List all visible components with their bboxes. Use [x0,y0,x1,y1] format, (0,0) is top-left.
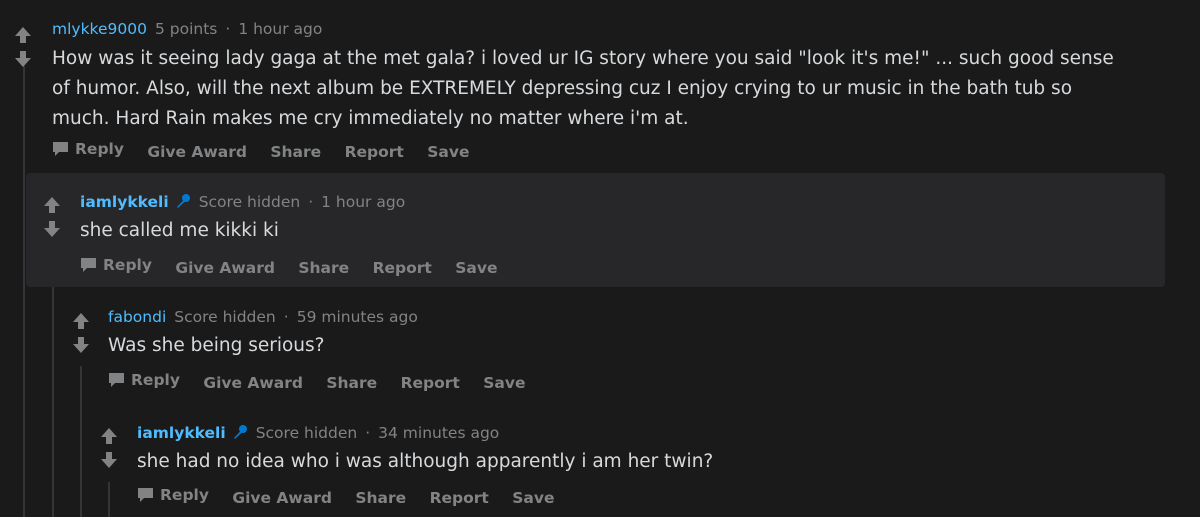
give-award-button[interactable]: Give Award [175,259,275,277]
timestamp-link[interactable]: 1 hour ago [321,193,405,211]
score-text: Score hidden [198,193,301,211]
microphone-icon [176,194,190,208]
save-button[interactable]: Save [455,259,497,277]
reply-label: Reply [103,256,152,274]
username-link[interactable]: iamlykkeli [80,193,169,211]
comment-actions: Reply Give Award Share Report Save [52,140,487,161]
vote-controls [71,311,95,359]
reply-icon [109,373,124,387]
timestamp-link[interactable]: 34 minutes ago [378,424,499,442]
reply-button[interactable]: Reply [80,256,152,274]
thread-line[interactable] [23,66,25,517]
report-button[interactable]: Report [345,143,404,161]
give-award-button[interactable]: Give Award [147,143,247,161]
comment-actions: Reply Give Award Share Report Save [80,256,515,277]
downvote-icon[interactable] [13,49,33,69]
username-link[interactable]: iamlykkeli [137,424,226,442]
upvote-icon[interactable] [99,426,119,446]
give-award-button[interactable]: Give Award [203,374,303,392]
vote-controls [13,25,37,73]
reply-label: Reply [160,486,209,504]
comment-body: she called me kikki ki [80,220,279,241]
comment-body: How was it seeing lady gaga at the met g… [52,48,1114,129]
vote-controls [42,195,66,243]
comment-body: she had no idea who i was although appar… [137,451,714,472]
score-text: Score hidden [174,308,276,326]
upvote-icon[interactable] [71,311,91,331]
meta-separator: · [283,308,289,326]
reply-button[interactable]: Reply [108,371,180,389]
save-button[interactable]: Save [512,489,554,507]
comment-meta: iamlykkeli Score hidden · 34 minutes ago [137,424,499,442]
report-button[interactable]: Report [401,374,460,392]
downvote-icon[interactable] [42,219,62,239]
comment-meta: fabondi Score hidden · 59 minutes ago [108,308,418,326]
username-link[interactable]: mlykke9000 [52,20,147,38]
reply-icon [138,488,153,502]
share-button[interactable]: Share [326,374,377,392]
downvote-icon[interactable] [71,335,91,355]
share-button[interactable]: Share [355,489,406,507]
report-button[interactable]: Report [430,489,489,507]
meta-separator: · [365,424,371,442]
thread-line[interactable] [80,366,82,517]
microphone-icon [233,425,247,439]
vote-controls [99,426,123,474]
timestamp-link[interactable]: 1 hour ago [238,20,322,38]
thread-line[interactable] [108,482,110,517]
comment-actions: Reply Give Award Share Report Save [108,371,543,392]
timestamp-link[interactable]: 59 minutes ago [297,308,418,326]
reply-label: Reply [75,140,124,158]
reply-icon [81,258,96,272]
meta-separator: · [225,20,231,38]
share-button[interactable]: Share [270,143,321,161]
comment-meta: iamlykkeli Score hidden · 1 hour ago [80,193,405,211]
upvote-icon[interactable] [13,25,33,45]
meta-separator: · [308,193,314,211]
save-button[interactable]: Save [483,374,525,392]
share-button[interactable]: Share [298,259,349,277]
comment-body: Was she being serious? [108,335,325,356]
score-text: Score hidden [255,424,358,442]
reply-icon [53,142,68,156]
reply-button[interactable]: Reply [52,140,124,158]
report-button[interactable]: Report [373,259,432,277]
save-button[interactable]: Save [427,143,469,161]
username-link[interactable]: fabondi [108,308,166,326]
score-text: 5 points [154,20,218,38]
thread-line[interactable] [52,250,54,517]
give-award-button[interactable]: Give Award [232,489,332,507]
upvote-icon[interactable] [42,195,62,215]
comment-actions: Reply Give Award Share Report Save [137,486,572,507]
comment-meta: mlykke9000 5 points · 1 hour ago [52,20,322,38]
reply-button[interactable]: Reply [137,486,209,504]
reply-label: Reply [131,371,180,389]
downvote-icon[interactable] [99,450,119,470]
